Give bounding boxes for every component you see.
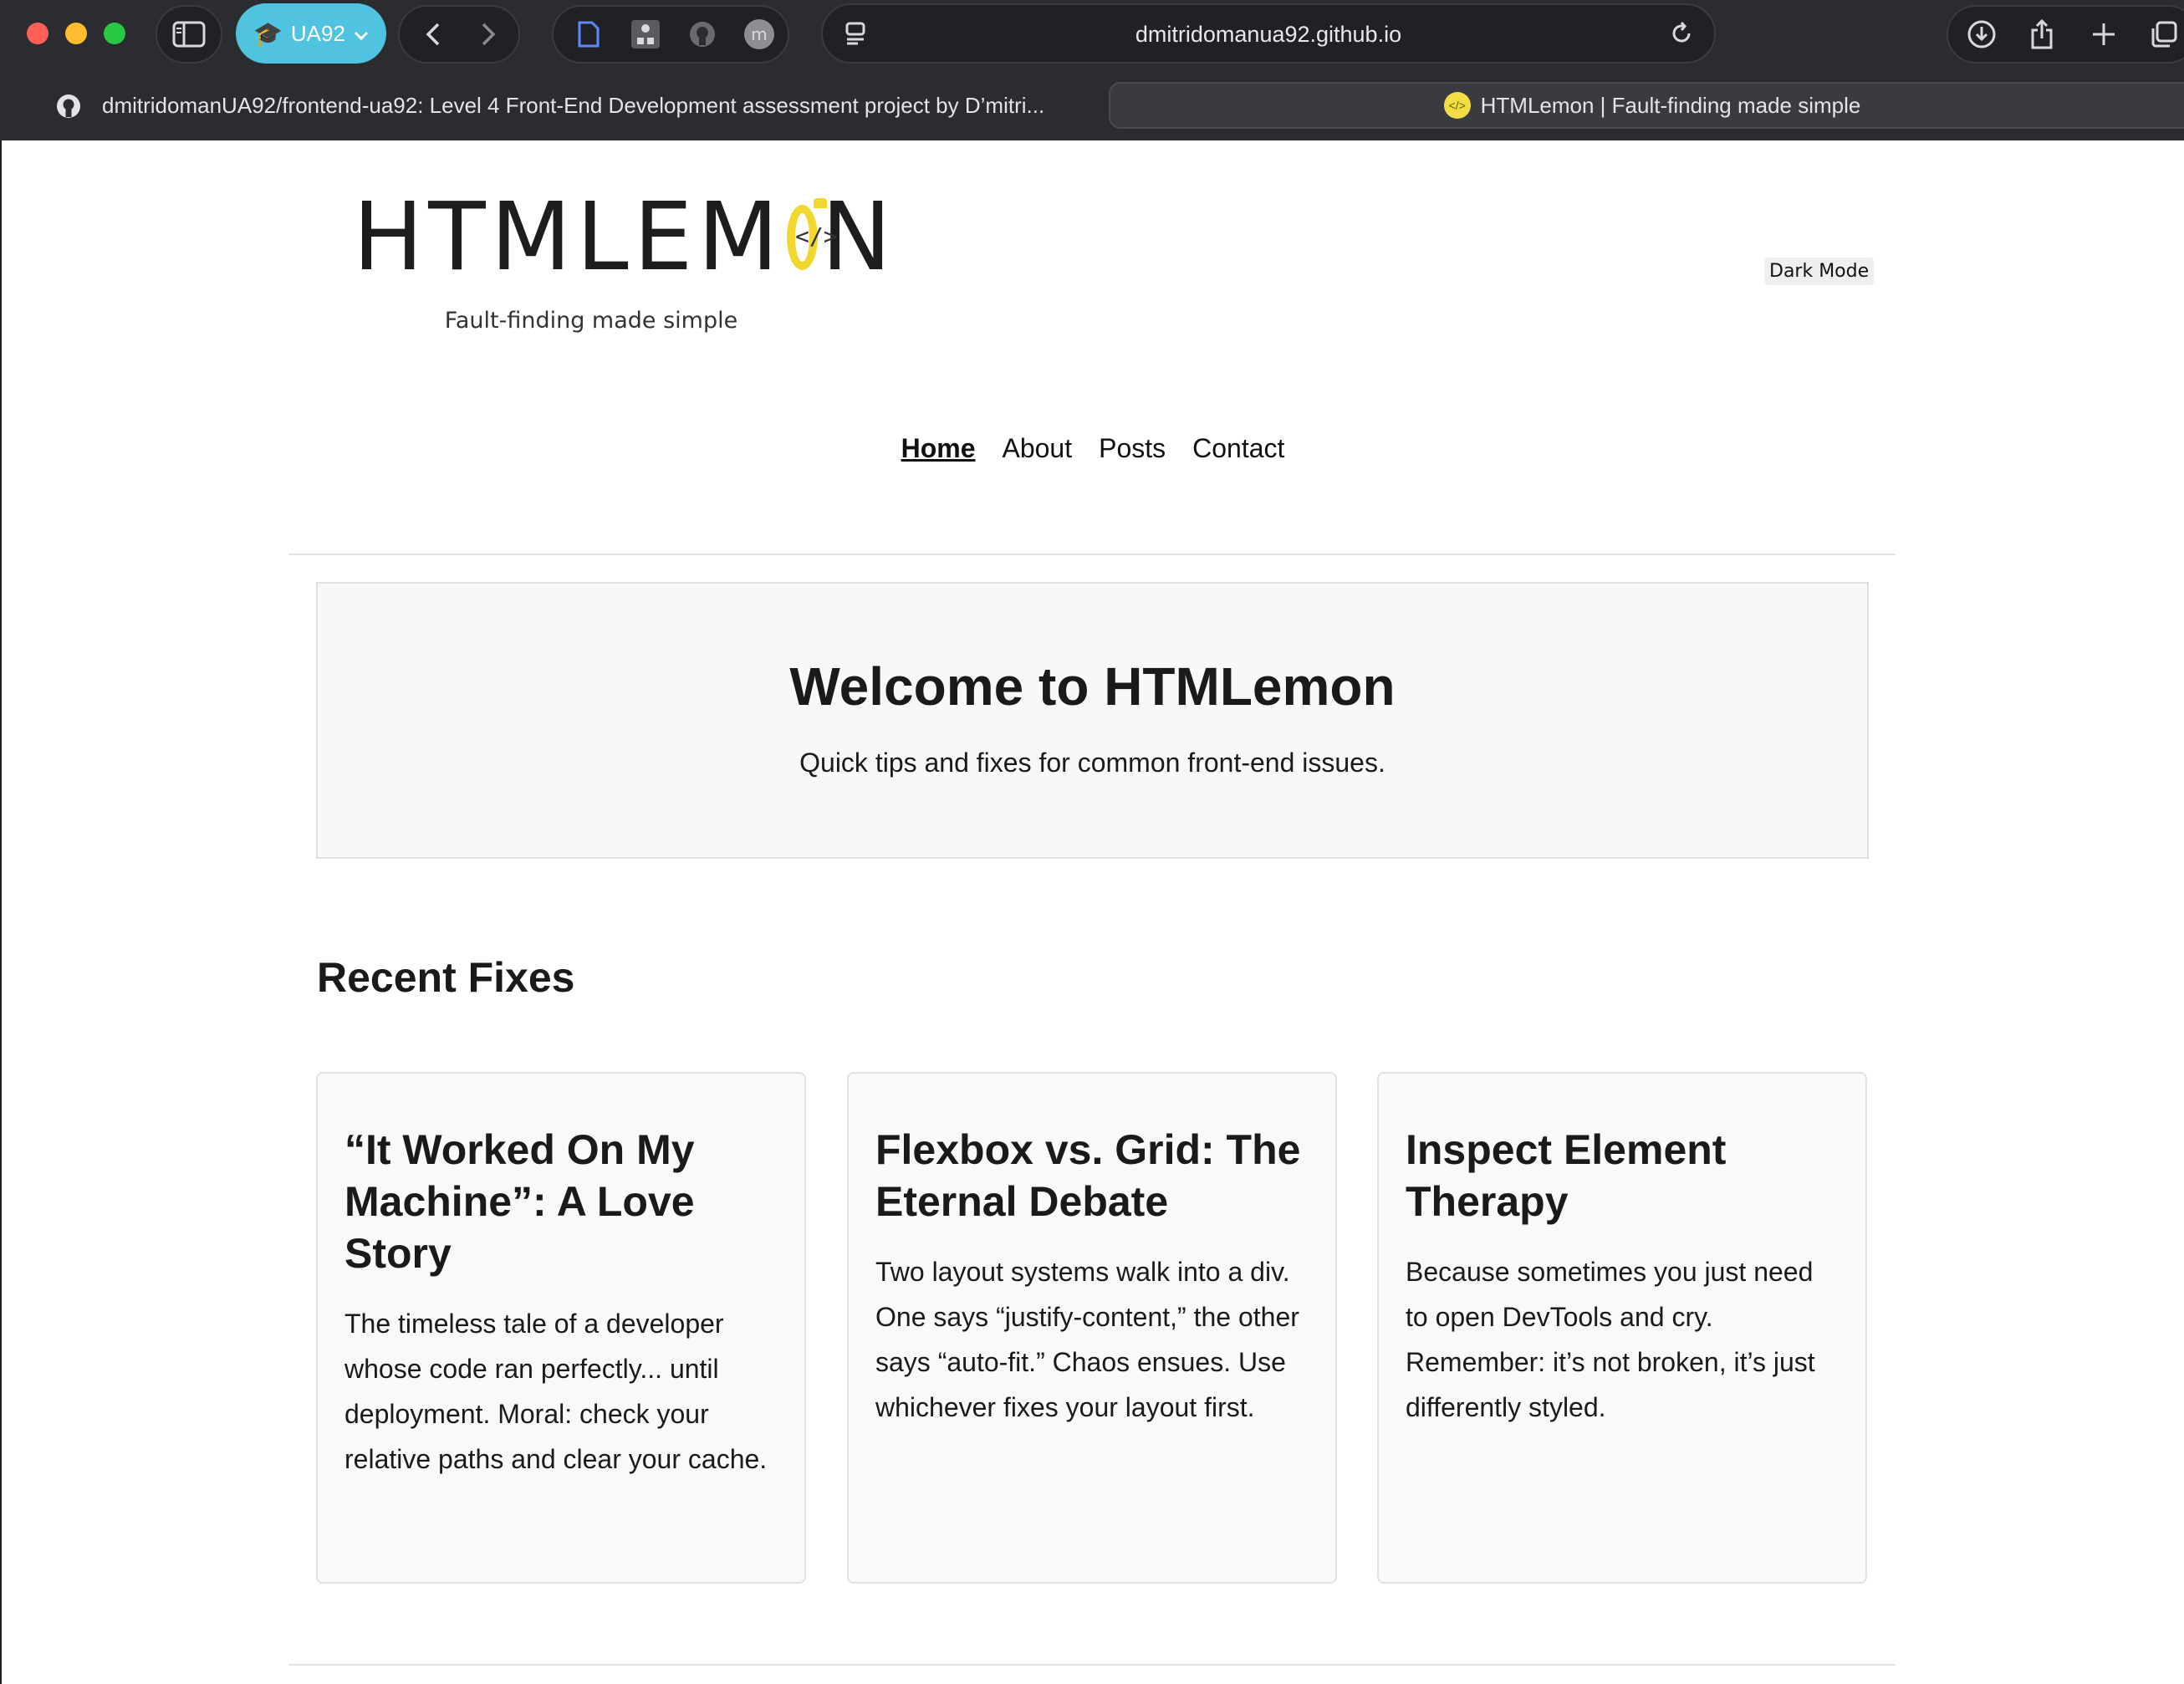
- right-actions-group: [1947, 5, 2184, 64]
- tab-github-repo[interactable]: dmitridomanUA92/frontend-ua92: Level 4 F…: [10, 82, 1097, 129]
- extensions-group: m: [552, 5, 789, 64]
- graduation-cap-icon: 🎓: [253, 20, 283, 47]
- history-nav-group: [398, 5, 520, 64]
- hero-banner: Welcome to HTMLemon Quick tips and fixes…: [316, 582, 1869, 859]
- download-icon[interactable]: [1957, 7, 2007, 62]
- browser-toolbar: 🎓 UA92 m dmitridomanua92.github.io: [0, 0, 2184, 69]
- back-icon[interactable]: [408, 7, 458, 62]
- forward-icon[interactable]: [463, 7, 513, 62]
- post-card-body: Two layout systems walk into a div. One …: [875, 1257, 1299, 1422]
- section-title: Recent Fixes: [317, 954, 575, 1001]
- reload-icon[interactable]: [1661, 5, 1702, 62]
- tab-bar: dmitridomanUA92/frontend-ua92: Level 4 F…: [0, 77, 2184, 130]
- site-tagline: Fault-finding made simple: [444, 308, 738, 334]
- post-card[interactable]: “It Worked On My Machine”: A Love Story …: [316, 1072, 806, 1584]
- minimize-window-button[interactable]: [65, 23, 87, 44]
- code-glyph: </>: [795, 222, 838, 250]
- post-card-title: “It Worked On My Machine”: A Love Story: [344, 1126, 695, 1277]
- chevron-down-icon: [354, 21, 369, 47]
- lemon-stopwatch-icon: </>: [787, 198, 838, 270]
- nav-contact[interactable]: Contact: [1192, 433, 1284, 464]
- zoom-window-button[interactable]: [104, 23, 125, 44]
- post-card-body: The timeless tale of a developer whose c…: [344, 1309, 768, 1474]
- tab-title: dmitridomanUA92/frontend-ua92: Level 4 F…: [102, 92, 1045, 118]
- web-page: HTMLEM </> N Fault-finding made simple D…: [0, 140, 2184, 1684]
- profile-button[interactable]: 🎓 UA92: [236, 3, 386, 64]
- footer-divider: [288, 1664, 1896, 1666]
- logo-wordmark: HTMLEM </> N: [353, 191, 896, 284]
- tab-htmlemon[interactable]: </> HTMLemon | Fault-finding made simple: [1109, 82, 2184, 129]
- post-card-title: Inspect Element Therapy: [1406, 1126, 1727, 1225]
- sidebar-icon: [157, 7, 221, 62]
- sidebar-toggle-button[interactable]: [156, 5, 222, 64]
- site-logo[interactable]: HTMLEM </> N Fault-finding made simple: [353, 191, 896, 334]
- page-icon[interactable]: [565, 7, 612, 62]
- post-card[interactable]: Flexbox vs. Grid: The Eternal Debate Two…: [847, 1072, 1337, 1584]
- header-divider: [288, 554, 1896, 555]
- nav-home[interactable]: Home: [901, 433, 976, 464]
- post-card-title: Flexbox vs. Grid: The Eternal Debate: [875, 1126, 1301, 1225]
- browser-chrome: 🎓 UA92 m dmitridomanua92.github.io dmitr…: [0, 0, 2184, 140]
- tab-title: HTMLemon | Fault-finding made simple: [1480, 92, 1861, 118]
- nav-posts[interactable]: Posts: [1099, 433, 1166, 464]
- share-icon[interactable]: [2017, 7, 2067, 62]
- profile-label: UA92: [290, 20, 345, 46]
- logo-text-left: HTMLEM: [353, 183, 784, 292]
- post-card-body: Because sometimes you just need to open …: [1406, 1257, 1815, 1422]
- main-nav: Home About Posts Contact: [2, 433, 2184, 464]
- github-icon: [55, 93, 82, 125]
- lemon-favicon-icon: </>: [1443, 92, 1471, 119]
- new-tab-icon[interactable]: [2079, 7, 2129, 62]
- address-url: dmitridomanua92.github.io: [1135, 22, 1402, 47]
- dark-mode-toggle[interactable]: Dark Mode: [1764, 258, 1875, 285]
- hero-title: Welcome to HTMLemon: [789, 656, 1396, 717]
- close-window-button[interactable]: [27, 23, 48, 44]
- avatar-icon[interactable]: m: [736, 7, 783, 62]
- address-bar[interactable]: dmitridomanua92.github.io: [821, 3, 1716, 64]
- post-card[interactable]: Inspect Element Therapy Because sometime…: [1377, 1072, 1867, 1584]
- svg-text:m: m: [751, 24, 767, 44]
- nav-about[interactable]: About: [1002, 433, 1072, 464]
- hero-subtitle: Quick tips and fixes for common front-en…: [799, 748, 1385, 778]
- org-chart-icon[interactable]: [622, 7, 669, 62]
- github-icon[interactable]: [679, 7, 726, 62]
- tabs-overview-icon[interactable]: [2139, 7, 2184, 62]
